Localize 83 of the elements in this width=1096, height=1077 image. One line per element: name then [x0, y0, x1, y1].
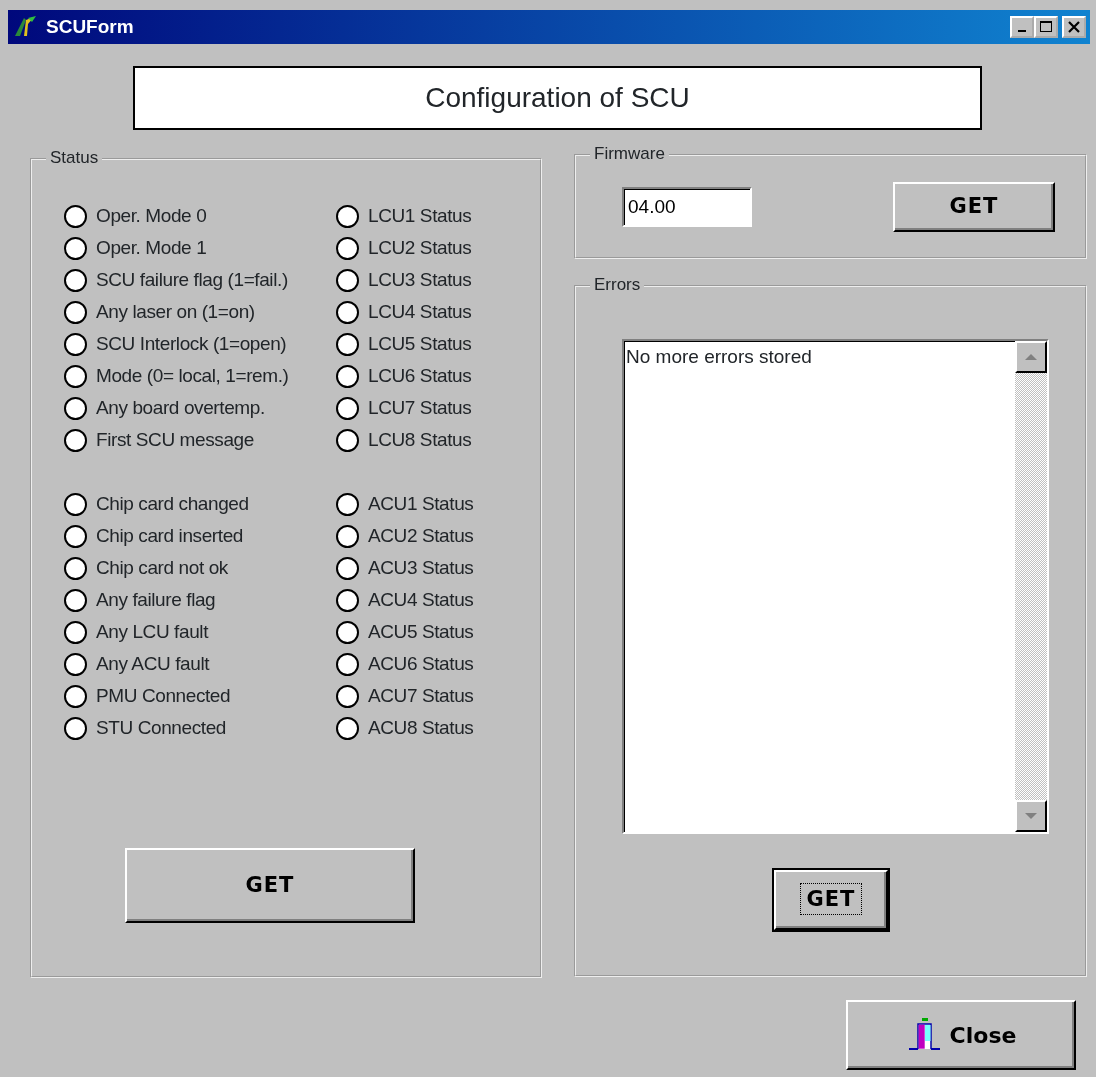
- radio-button[interactable]: [64, 268, 87, 292]
- status-label: Oper. Mode 0: [96, 203, 207, 228]
- errors-list[interactable]: No more errors stored: [622, 339, 1049, 834]
- get-button[interactable]: GET: [774, 870, 888, 930]
- radio-button[interactable]: [64, 396, 87, 420]
- status-label: Any LCU fault: [96, 619, 209, 644]
- radio-button[interactable]: [336, 300, 359, 324]
- radio-button[interactable]: [336, 332, 359, 356]
- radio-button[interactable]: [64, 620, 87, 644]
- status-label: First SCU message: [96, 427, 254, 452]
- get-button[interactable]: GET: [893, 182, 1055, 232]
- status-label: LCU3 Status: [368, 267, 472, 292]
- status-label: LCU7 Status: [368, 395, 472, 420]
- error-item[interactable]: No more errors stored: [626, 343, 1013, 372]
- radio-button[interactable]: [64, 716, 87, 740]
- close-button[interactable]: Close: [846, 1000, 1076, 1070]
- radio-button[interactable]: [336, 524, 359, 548]
- status-label: Chip card inserted: [96, 523, 243, 548]
- radio-button[interactable]: [64, 588, 87, 612]
- radio-button[interactable]: [64, 524, 87, 548]
- status-label: Any laser on (1=on): [96, 299, 255, 324]
- radio-button[interactable]: [336, 652, 359, 676]
- status-label: ACU1 Status: [368, 491, 474, 516]
- maximize-button[interactable]: [1034, 16, 1058, 38]
- status-label: ACU3 Status: [368, 555, 474, 580]
- radio-button[interactable]: [336, 716, 359, 740]
- radio-button[interactable]: [64, 332, 87, 356]
- radio-button[interactable]: [64, 556, 87, 580]
- radio-button[interactable]: [336, 620, 359, 644]
- status-label: ACU7 Status: [368, 683, 474, 708]
- up-arrow-icon: [1024, 353, 1038, 361]
- down-arrow-icon: [1024, 812, 1038, 820]
- status-label: LCU6 Status: [368, 363, 472, 388]
- radio-button[interactable]: [336, 204, 359, 228]
- radio-button[interactable]: [64, 204, 87, 228]
- status-label: Any failure flag: [96, 587, 216, 612]
- close-icon: [1067, 20, 1081, 34]
- maximize-icon: [1039, 20, 1053, 34]
- minimize-icon: [1018, 30, 1026, 32]
- status-label: LCU1 Status: [368, 203, 472, 228]
- form-heading: Configuration of SCU: [133, 66, 982, 130]
- scroll-down-button[interactable]: [1015, 800, 1047, 832]
- radio-button[interactable]: [64, 236, 87, 260]
- status-label: ACU8 Status: [368, 715, 474, 740]
- radio-button[interactable]: [336, 588, 359, 612]
- radio-button[interactable]: [64, 652, 87, 676]
- status-label: LCU4 Status: [368, 299, 472, 324]
- status-label: SCU Interlock (1=open): [96, 331, 287, 356]
- radio-button[interactable]: [64, 364, 87, 388]
- status-label: SCU failure flag (1=fail.): [96, 267, 288, 292]
- firmware-field[interactable]: 04.00: [622, 187, 752, 227]
- radio-button[interactable]: [336, 428, 359, 452]
- status-label: STU Connected: [96, 715, 226, 740]
- radio-button[interactable]: [336, 364, 359, 388]
- status-label: Chip card changed: [96, 491, 249, 516]
- minimize-button[interactable]: [1010, 16, 1034, 38]
- status-label: LCU5 Status: [368, 331, 472, 356]
- radio-button[interactable]: [336, 556, 359, 580]
- radio-button[interactable]: [336, 396, 359, 420]
- status-label: Mode (0= local, 1=rem.): [96, 363, 289, 388]
- radio-button[interactable]: [336, 684, 359, 708]
- status-label: LCU2 Status: [368, 235, 472, 260]
- radio-button[interactable]: [336, 268, 359, 292]
- radio-button[interactable]: [336, 492, 359, 516]
- status-label: PMU Connected: [96, 683, 231, 708]
- status-label: Any ACU fault: [96, 651, 210, 676]
- radio-button[interactable]: [336, 236, 359, 260]
- status-label: Any board overtemp.: [96, 395, 265, 420]
- status-label: ACU6 Status: [368, 651, 474, 676]
- status-label: ACU5 Status: [368, 619, 474, 644]
- radio-button[interactable]: [64, 684, 87, 708]
- status-label: Oper. Mode 1: [96, 235, 207, 260]
- status-label: Chip card not ok: [96, 555, 228, 580]
- status-label: ACU4 Status: [368, 587, 474, 612]
- radio-button[interactable]: [64, 492, 87, 516]
- status-label: ACU2 Status: [368, 523, 474, 548]
- window-title: SCUForm: [46, 14, 134, 39]
- status-label: LCU8 Status: [368, 427, 472, 452]
- get-button[interactable]: GET: [125, 848, 415, 923]
- close-button[interactable]: [1062, 16, 1086, 38]
- radio-button[interactable]: [64, 300, 87, 324]
- scroll-up-button[interactable]: [1015, 341, 1047, 373]
- radio-button[interactable]: [64, 428, 87, 452]
